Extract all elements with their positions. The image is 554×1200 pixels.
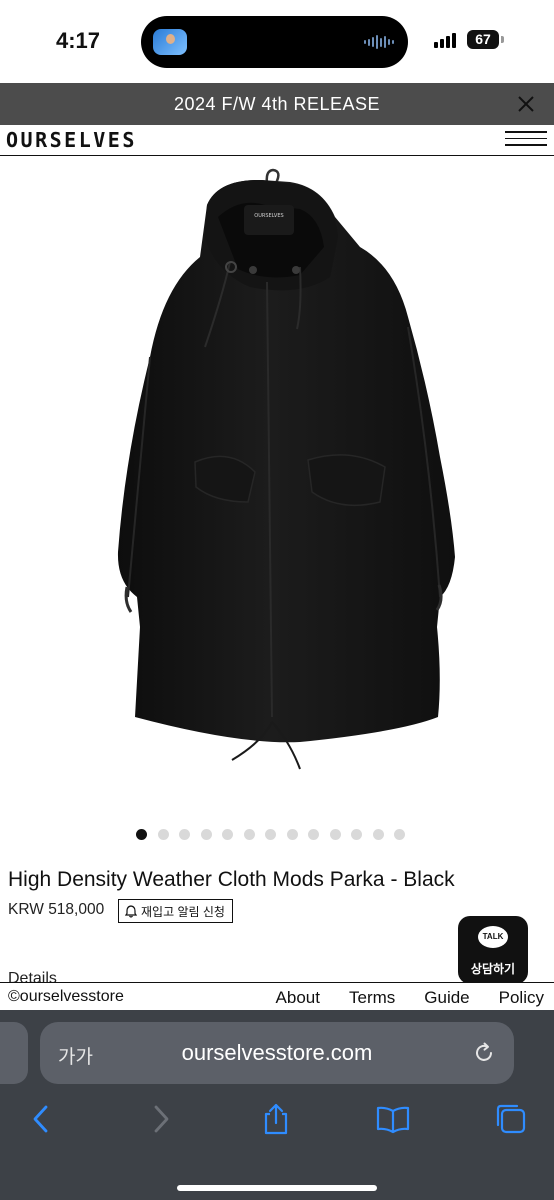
close-icon[interactable]: [516, 94, 536, 114]
safari-toolbar: 가가 ourselvesstore.com: [0, 1010, 554, 1200]
restock-alert-button[interactable]: 재입고 알림 신청: [118, 899, 233, 923]
carousel-dot[interactable]: [265, 829, 276, 840]
parka-illustration: OURSELVES: [117, 168, 455, 770]
carousel-dot[interactable]: [200, 829, 212, 840]
carousel-dot[interactable]: [351, 829, 362, 840]
address-bar[interactable]: 가가 ourselvesstore.com: [40, 1022, 514, 1084]
hanger-tag-text: OURSELVES: [254, 213, 283, 219]
url-text[interactable]: ourselvesstore.com: [40, 1040, 514, 1066]
chat-consult-button[interactable]: TALK 상담하기: [458, 916, 528, 984]
bell-icon: [125, 904, 137, 918]
status-bar: 4:17 67: [0, 0, 554, 83]
carousel-dot[interactable]: [243, 829, 255, 840]
previous-tab-preview[interactable]: [0, 1022, 28, 1084]
forward-icon[interactable]: [144, 1102, 178, 1136]
footer-link-policy[interactable]: Policy: [499, 988, 544, 1008]
live-activity-thumbnail: [153, 29, 187, 55]
product-price: KRW 518,000: [8, 901, 105, 918]
product-image[interactable]: OURSELVES: [0, 157, 554, 812]
status-time: 4:17: [56, 28, 101, 53]
site-footer: ©ourselvesstore About Terms Guide Policy: [0, 982, 554, 1011]
promo-banner: 2024 F/W 4th RELEASE: [0, 83, 554, 125]
carousel-dot[interactable]: [179, 829, 190, 840]
audio-wave-icon: [364, 34, 394, 50]
cellular-signal-icon: [434, 32, 456, 48]
dynamic-island[interactable]: [141, 16, 408, 68]
footer-link-about[interactable]: About: [276, 988, 320, 1008]
carousel-dot[interactable]: [286, 829, 298, 840]
hamburger-menu-icon[interactable]: [505, 131, 547, 149]
restock-alert-label: 재입고 알림 신청: [141, 904, 225, 919]
carousel-dot[interactable]: [372, 829, 384, 840]
battery-tip: [501, 36, 504, 43]
carousel-dot[interactable]: [222, 829, 233, 840]
footer-link-terms[interactable]: Terms: [349, 988, 395, 1008]
carousel-dot[interactable]: [394, 829, 405, 840]
battery-icon: 67: [467, 30, 499, 49]
talk-bubble-icon: TALK: [478, 926, 508, 948]
back-icon[interactable]: [24, 1102, 58, 1136]
carousel-dot[interactable]: [157, 829, 169, 840]
share-icon[interactable]: [259, 1102, 293, 1136]
tabs-icon[interactable]: [494, 1102, 528, 1136]
promo-text: 2024 F/W 4th RELEASE: [173, 94, 381, 114]
product-title: High Density Weather Cloth Mods Parka - …: [8, 868, 455, 891]
image-carousel-dots: [136, 829, 405, 840]
carousel-dot[interactable]: [136, 829, 147, 840]
home-indicator: [177, 1185, 377, 1191]
site-logo[interactable]: OURSELVES: [6, 128, 137, 152]
reload-icon[interactable]: [472, 1041, 496, 1065]
bookmarks-icon[interactable]: [376, 1102, 410, 1136]
copyright-text: ©ourselvesstore: [8, 988, 124, 1005]
tab-details[interactable]: Details: [8, 970, 57, 982]
footer-links: About Terms Guide Policy: [276, 988, 544, 1008]
footer-link-guide[interactable]: Guide: [424, 988, 469, 1008]
carousel-dot[interactable]: [308, 829, 319, 840]
carousel-dot[interactable]: [329, 829, 341, 840]
site-header: OURSELVES: [0, 125, 554, 156]
chat-consult-label: 상담하기: [470, 962, 516, 976]
